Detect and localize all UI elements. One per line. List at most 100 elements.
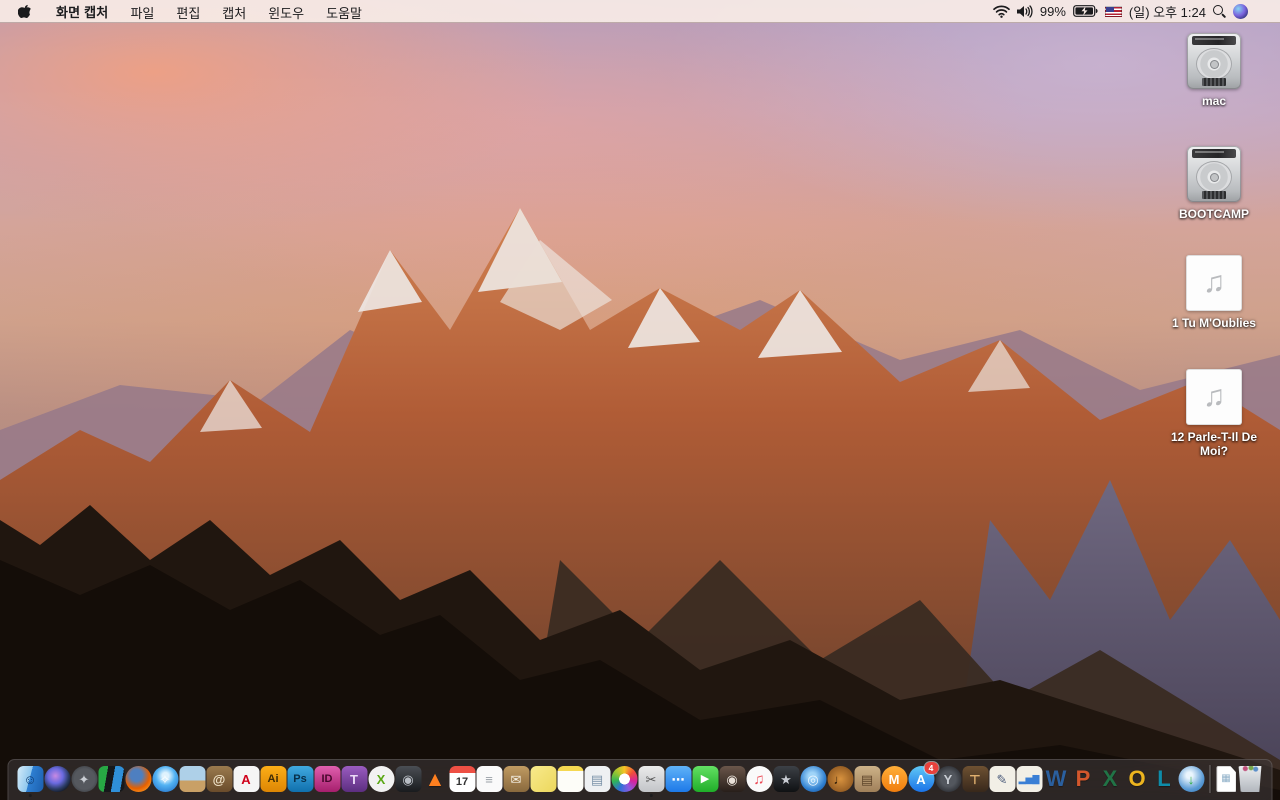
dock-outlook-icon[interactable]: O: [1124, 766, 1150, 792]
dock-icon-glyph: X: [1102, 766, 1118, 791]
dock: ☺ ✦ ✧ @ A Ai Ps ID T X ◉ ▲ 17 ≡ ✉ ▤ ✂ ⋯ ▶ ◉ ♫ ★ ◎ ♩ ▤ M A 4 Y ⊤ ✎ ▂▅▇ W P…: [7, 759, 1273, 800]
hard-drive-icon: [1187, 33, 1241, 89]
dock-finder-icon[interactable]: ☺: [17, 766, 43, 797]
audio-file-icon: ♫: [1186, 255, 1242, 311]
apple-menu[interactable]: [12, 0, 45, 22]
dock-icon-glyph: W: [1045, 766, 1067, 791]
menu-bar: 화면 캡처 파일 편집 캡처 윈도우 도움말 99% (일) 오후 1:24: [0, 0, 1280, 23]
desktop-icon-drive-mac[interactable]: mac: [1162, 33, 1266, 108]
dock-pages-09-icon[interactable]: ✎: [989, 766, 1015, 792]
input-source-flag-icon[interactable]: [1104, 5, 1122, 17]
dock-toast-icon[interactable]: T: [341, 766, 367, 792]
menubar-clock[interactable]: (일) 오후 1:24: [1129, 2, 1206, 21]
dock-trash-icon[interactable]: [1238, 766, 1262, 792]
desktop-icon-drive-bootcamp[interactable]: BOOTCAMP: [1162, 146, 1266, 221]
menu-help[interactable]: 도움말: [315, 0, 373, 22]
dock-mission-control-icon[interactable]: [98, 766, 124, 792]
wifi-icon[interactable]: [993, 5, 1010, 18]
dock-icon-glyph: ⊤: [969, 771, 981, 787]
dock-lync-icon[interactable]: L: [1151, 766, 1177, 792]
menu-items: 파일 편집 캡처 윈도우 도움말: [119, 0, 373, 22]
dock-dvd-player-icon[interactable]: ◎: [800, 766, 826, 792]
dock-grab-icon[interactable]: ✂: [638, 766, 664, 797]
dock-archive-box-icon[interactable]: ✉: [503, 766, 529, 792]
dock-excel-icon[interactable]: X: [1097, 766, 1123, 792]
battery-charging-icon[interactable]: [1073, 5, 1098, 17]
dock-steam-icon[interactable]: Y: [935, 766, 961, 792]
music-note-icon: ♫: [1202, 266, 1226, 299]
dock-imovie-icon[interactable]: ★: [773, 766, 799, 792]
dock-icon-glyph: A: [916, 771, 926, 787]
menu-window[interactable]: 윈도우: [257, 0, 315, 22]
dock-icon-glyph: ◉: [402, 771, 414, 787]
menu-capture[interactable]: 캡처: [211, 0, 257, 22]
dock-icon-glyph: P: [1075, 766, 1091, 791]
dock-icon-glyph: X: [376, 771, 386, 787]
dock-icon-glyph: ✉: [510, 771, 522, 787]
dock-itunes-icon[interactable]: ♫: [746, 766, 772, 792]
dock-safari-icon[interactable]: ✧: [152, 766, 178, 792]
dock-icon-glyph: ☺: [23, 771, 37, 787]
apple-icon: [18, 4, 31, 18]
dock-messages-icon[interactable]: ⋯: [665, 766, 691, 792]
dock-icon-glyph: L: [1157, 766, 1171, 791]
battery-percent: 99%: [1039, 3, 1066, 19]
dock-garageband-icon[interactable]: ♩: [827, 766, 853, 792]
dock-disk-utility-app-icon[interactable]: ◉: [395, 766, 421, 792]
dock-documents-app-icon[interactable]: ▤: [584, 766, 610, 792]
siri-icon[interactable]: [1233, 3, 1248, 19]
dock-firefox-icon[interactable]: [125, 766, 151, 792]
dock-preview-icon[interactable]: [179, 766, 205, 792]
wallpaper-mountains: [0, 208, 1280, 800]
dock-icon-glyph: O: [1128, 766, 1146, 791]
dock-icon-glyph: ♫: [753, 770, 765, 788]
dock-siri-icon[interactable]: [44, 766, 70, 792]
menu-file[interactable]: 파일: [119, 0, 165, 22]
dock-acrobat-icon[interactable]: A: [233, 766, 259, 792]
dock-icon-glyph: ▶: [700, 772, 710, 785]
volume-icon[interactable]: [1016, 4, 1033, 18]
dock-photos-icon[interactable]: [611, 766, 637, 792]
desktop-icon-audio-file-12[interactable]: ♫ 12 Parle-T-Il De Moi?: [1162, 369, 1266, 459]
dock-notes-icon[interactable]: [557, 766, 583, 792]
dock-ibooks-icon[interactable]: M: [881, 766, 907, 792]
dock-contacts-icon[interactable]: @: [206, 766, 232, 792]
desktop-icon-audio-file-1[interactable]: ♫ 1 Tu M'Oublies: [1162, 255, 1266, 330]
dock-divider: [1209, 765, 1211, 793]
dock-powerpoint-icon[interactable]: P: [1070, 766, 1096, 792]
dock-journal-app-icon[interactable]: ▤: [854, 766, 880, 792]
dock-icon-glyph: ID: [321, 772, 333, 785]
menu-edit[interactable]: 편집: [165, 0, 211, 22]
dock-downloader-icon[interactable]: ↓: [1178, 766, 1204, 792]
running-indicator-dot: [28, 793, 32, 797]
dock-launchpad-icon[interactable]: ✦: [71, 766, 97, 792]
dock-vlc-icon[interactable]: ▲: [422, 766, 448, 792]
dock-illustrator-icon[interactable]: Ai: [260, 766, 286, 792]
audio-file-icon: ♫: [1186, 369, 1242, 425]
dock-photo-booth-icon[interactable]: ◉: [719, 766, 745, 792]
dock-icon-glyph: ★: [780, 771, 792, 787]
dock-icon-glyph: ▲: [424, 767, 446, 791]
desktop-icon-label: BOOTCAMP: [1179, 207, 1249, 221]
notification-center-icon[interactable]: [1255, 6, 1270, 16]
dock-document-file-icon[interactable]: ▦: [1216, 766, 1236, 792]
dock-numbers-09-icon[interactable]: ▂▅▇: [1016, 766, 1042, 792]
dock-xee-icon[interactable]: X: [368, 766, 394, 792]
dock-word-icon[interactable]: W: [1043, 766, 1069, 792]
dock-icon-glyph: ▤: [590, 771, 604, 787]
dock-keynote-icon[interactable]: ⊤: [962, 766, 988, 792]
dock-facetime-icon[interactable]: ▶: [692, 766, 718, 792]
dock-icon-glyph: ⋯: [671, 771, 685, 787]
dock-icon-glyph: ▤: [860, 771, 874, 787]
dock-stickies-icon[interactable]: [530, 766, 556, 792]
dock-reminders-icon[interactable]: ≡: [476, 766, 502, 792]
dock-icon-glyph: ✧: [159, 771, 171, 787]
dock-calendar-icon[interactable]: 17: [449, 766, 475, 792]
dock-icon-glyph: ▦: [1221, 773, 1231, 784]
active-app-menu[interactable]: 화면 캡처: [45, 2, 119, 21]
dock-app-store-icon[interactable]: A4: [908, 762, 938, 792]
dock-icon-glyph: Ai: [267, 772, 279, 785]
dock-photoshop-icon[interactable]: Ps: [287, 766, 313, 792]
spotlight-search-icon[interactable]: [1213, 4, 1226, 18]
dock-indesign-icon[interactable]: ID: [314, 766, 340, 792]
